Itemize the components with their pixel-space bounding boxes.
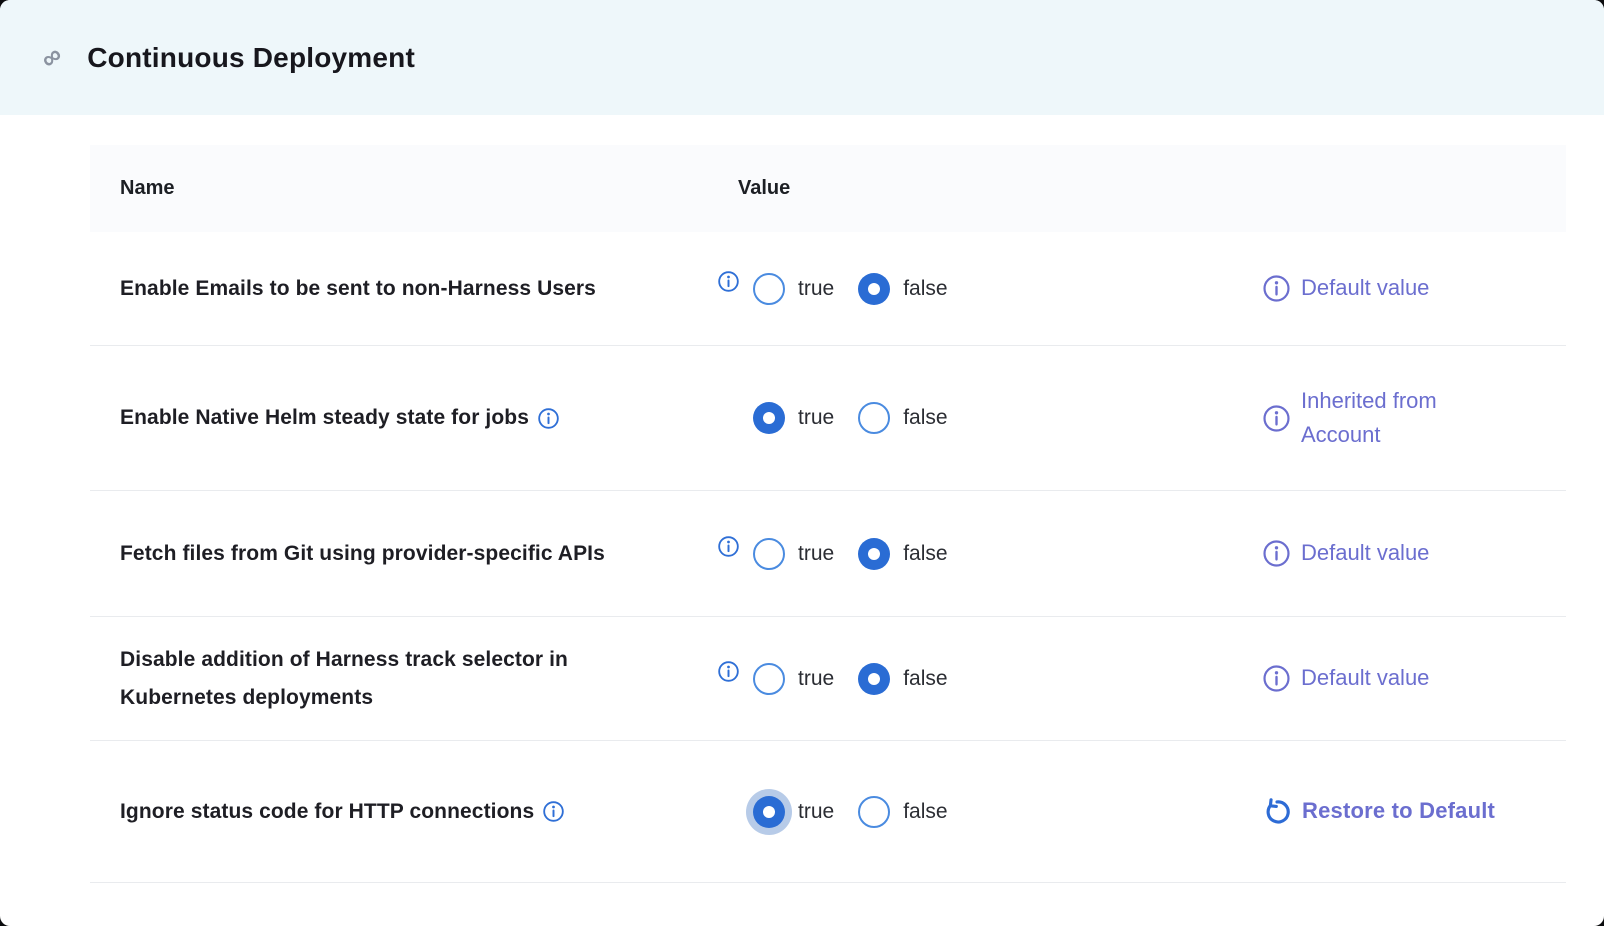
settings-table: Name Value Enable Emails to be sent to n… — [90, 145, 1566, 883]
page-title: Continuous Deployment — [87, 42, 415, 74]
setting-label: Ignore status code for HTTP connections — [120, 793, 534, 831]
radio-button[interactable] — [753, 273, 785, 305]
setting-name-cell: Fetch files from Git using provider-spec… — [90, 535, 710, 573]
restore-icon[interactable] — [1263, 798, 1291, 826]
status-label[interactable]: Restore to Default — [1302, 794, 1495, 828]
setting-row: Enable Emails to be sent to non-Harness … — [90, 232, 1566, 345]
radio-true[interactable]: true — [753, 663, 834, 695]
info-icon[interactable] — [718, 536, 739, 557]
setting-name-cell: Enable Native Helm steady state for jobs — [90, 399, 710, 437]
table-header: Name Value — [90, 145, 1566, 232]
setting-label: Enable Emails to be sent to non-Harness … — [120, 270, 596, 308]
setting-name-cell: Disable addition of Harness track select… — [90, 641, 710, 717]
setting-status: Default value — [1255, 271, 1566, 305]
radio-button[interactable] — [753, 796, 785, 828]
radio-false[interactable]: false — [858, 663, 947, 695]
radio-false[interactable]: false — [858, 273, 947, 305]
radio-false[interactable]: false — [858, 538, 947, 570]
column-header-value: Value — [710, 177, 1255, 200]
table-body: Enable Emails to be sent to non-Harness … — [90, 232, 1566, 883]
radio-button[interactable] — [858, 273, 890, 305]
radio-true[interactable]: true — [753, 273, 834, 305]
info-icon[interactable] — [543, 801, 564, 822]
status-label: Default value — [1301, 271, 1429, 305]
radio-button[interactable] — [858, 538, 890, 570]
setting-row: Disable addition of Harness track select… — [90, 616, 1566, 740]
radio-button[interactable] — [858, 796, 890, 828]
setting-name-cell: Ignore status code for HTTP connections — [90, 793, 710, 831]
setting-status: Default value — [1255, 661, 1566, 695]
setting-row: Ignore status code for HTTP connections … — [90, 740, 1566, 882]
radio-false[interactable]: false — [858, 402, 947, 434]
setting-status: Default value — [1255, 536, 1566, 570]
radio-button[interactable] — [858, 663, 890, 695]
radio-true[interactable]: true — [753, 402, 834, 434]
status-label: Inherited from Account — [1301, 384, 1516, 452]
radio-false[interactable]: false — [858, 796, 947, 828]
setting-value-cell: true false — [710, 273, 1255, 305]
setting-label: Disable addition of Harness track select… — [120, 641, 680, 717]
info-icon[interactable] — [1263, 540, 1290, 567]
radio-button[interactable] — [753, 402, 785, 434]
restore-default-button[interactable]: Restore to Default — [1255, 794, 1566, 828]
setting-value-cell: true false — [710, 402, 1255, 434]
status-label: Default value — [1301, 536, 1429, 570]
info-icon[interactable] — [1263, 405, 1290, 432]
setting-status: Inherited from Account — [1255, 384, 1566, 452]
info-icon[interactable] — [1263, 665, 1290, 692]
info-icon[interactable] — [538, 408, 559, 429]
radio-button[interactable] — [753, 663, 785, 695]
info-icon[interactable] — [718, 271, 739, 292]
setting-label: Fetch files from Git using provider-spec… — [120, 535, 605, 573]
settings-page: ∞ Continuous Deployment Name Value Enabl… — [0, 0, 1604, 926]
setting-row: Fetch files from Git using provider-spec… — [90, 490, 1566, 616]
status-label: Default value — [1301, 661, 1429, 695]
radio-true[interactable]: true — [753, 538, 834, 570]
setting-value-cell: true false — [710, 663, 1255, 695]
link-icon[interactable]: ∞ — [36, 41, 68, 74]
setting-value-cell: true false — [710, 796, 1255, 828]
radio-button[interactable] — [858, 402, 890, 434]
info-icon[interactable] — [1263, 275, 1290, 302]
setting-name-cell: Enable Emails to be sent to non-Harness … — [90, 270, 710, 308]
setting-label: Enable Native Helm steady state for jobs — [120, 399, 529, 437]
column-header-name: Name — [90, 177, 710, 200]
section-header: ∞ Continuous Deployment — [0, 0, 1604, 115]
setting-row: Enable Native Helm steady state for jobs… — [90, 345, 1566, 490]
radio-button[interactable] — [753, 538, 785, 570]
info-icon[interactable] — [718, 661, 739, 682]
radio-true[interactable]: true — [753, 796, 834, 828]
setting-value-cell: true false — [710, 538, 1255, 570]
